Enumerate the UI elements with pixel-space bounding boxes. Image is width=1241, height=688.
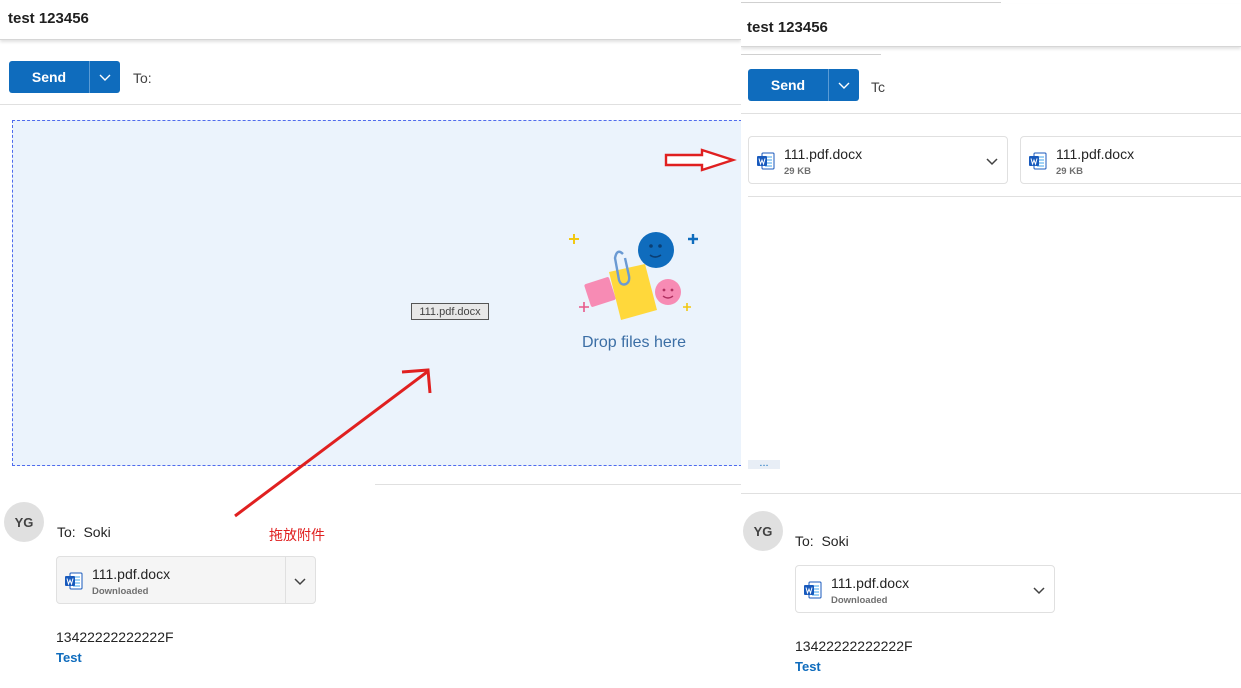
right-compose-panel: test 123456 Send Tc 111.pdf.docx 29 KB 1… bbox=[741, 0, 1241, 688]
send-options-button[interactable] bbox=[828, 69, 859, 101]
send-button-group: Send bbox=[9, 61, 120, 93]
attachment-card[interactable]: 111.pdf.docx 29 KB bbox=[1020, 136, 1241, 184]
left-compose-panel: test 123456 Send To: 111.pdf.docx Drop f… bbox=[0, 0, 741, 688]
attachment-name: 111.pdf.docx bbox=[831, 575, 910, 591]
attachment-name: 111.pdf.docx bbox=[92, 566, 171, 582]
divider bbox=[741, 54, 881, 55]
message-body: 13422222222222F bbox=[56, 629, 174, 645]
chevron-down-icon bbox=[838, 82, 850, 89]
chevron-down-icon bbox=[99, 74, 111, 81]
dragged-file-chip[interactable]: 111.pdf.docx bbox=[411, 303, 489, 320]
recipient-name[interactable]: Soki bbox=[821, 533, 848, 549]
avatar[interactable]: YG bbox=[4, 502, 44, 542]
recipients-line: To: Soki bbox=[57, 524, 111, 540]
signature-link[interactable]: Test bbox=[795, 659, 821, 674]
divider bbox=[741, 113, 1241, 114]
show-more-button[interactable]: ... bbox=[748, 458, 780, 469]
avatar[interactable]: YG bbox=[743, 511, 783, 551]
attachment-size: 29 KB bbox=[784, 166, 811, 177]
word-document-icon bbox=[65, 572, 83, 590]
chevron-down-icon[interactable] bbox=[292, 573, 308, 589]
attachment-status: Downloaded bbox=[92, 586, 149, 597]
attachment-card[interactable]: 111.pdf.docx 29 KB bbox=[748, 136, 1008, 184]
divider bbox=[0, 104, 741, 105]
subject-bar: test 123456 bbox=[741, 4, 1241, 47]
subject-title: test 123456 bbox=[747, 19, 828, 36]
attachment-status: Downloaded bbox=[831, 595, 888, 606]
to-field-label[interactable]: To: bbox=[133, 70, 152, 86]
attachment-size: 29 KB bbox=[1056, 166, 1083, 177]
recipient-name[interactable]: Soki bbox=[83, 524, 110, 540]
word-document-icon bbox=[757, 152, 775, 170]
attachment-card[interactable]: 111.pdf.docx Downloaded bbox=[795, 565, 1055, 613]
recipients-line: To: Soki bbox=[795, 533, 849, 549]
send-button[interactable]: Send bbox=[748, 69, 828, 101]
subject-title: test 123456 bbox=[8, 10, 89, 27]
send-button-group: Send bbox=[748, 69, 859, 101]
attachment-name: 111.pdf.docx bbox=[784, 146, 863, 162]
drop-files-illustration-icon bbox=[569, 232, 698, 320]
send-button[interactable]: Send bbox=[9, 61, 89, 93]
word-document-icon bbox=[804, 581, 822, 599]
divider bbox=[285, 557, 286, 603]
drop-files-text: Drop files here bbox=[581, 334, 687, 351]
word-document-icon bbox=[1029, 152, 1047, 170]
divider bbox=[375, 484, 741, 485]
recipients-label: To: bbox=[57, 524, 76, 540]
send-options-button[interactable] bbox=[89, 61, 120, 93]
divider bbox=[741, 493, 1241, 494]
chevron-down-icon[interactable] bbox=[1031, 582, 1047, 598]
divider bbox=[741, 2, 1001, 3]
to-field-label[interactable]: Tc bbox=[871, 79, 885, 95]
annotation-label: 拖放附件 bbox=[269, 527, 325, 543]
subject-bar: test 123456 bbox=[0, 0, 741, 40]
chevron-down-icon[interactable] bbox=[984, 153, 1000, 169]
recipients-label: To: bbox=[795, 533, 814, 549]
attachment-name: 111.pdf.docx bbox=[1056, 146, 1135, 162]
attachment-card[interactable]: 111.pdf.docx Downloaded bbox=[56, 556, 316, 604]
divider bbox=[748, 196, 1241, 197]
message-body: 13422222222222F bbox=[795, 638, 913, 654]
signature-link[interactable]: Test bbox=[56, 650, 82, 665]
